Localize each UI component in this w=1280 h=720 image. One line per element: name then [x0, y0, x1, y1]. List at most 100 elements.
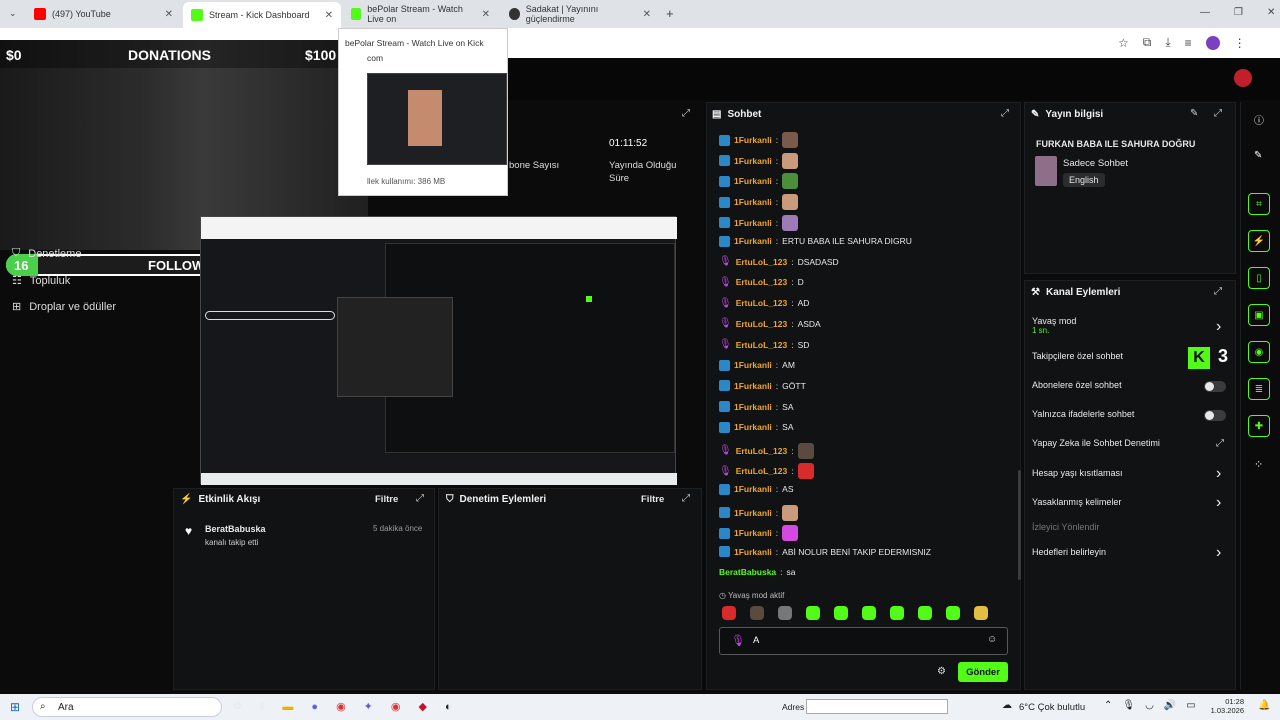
edit-icon[interactable]: ✎: [1190, 108, 1198, 119]
pen-icon[interactable]: ✎: [1254, 150, 1262, 161]
chat-username[interactable]: 1Furkanli: [734, 422, 772, 432]
close-icon[interactable]: ✕: [643, 9, 651, 20]
new-tab-button[interactable]: +: [666, 6, 674, 21]
minimize-icon[interactable]: —: [1200, 7, 1210, 18]
toggle-switch[interactable]: [1204, 410, 1226, 421]
task-view-icon[interactable]: ⧉: [234, 700, 242, 713]
chevron-right-icon[interactable]: ›: [1216, 494, 1221, 512]
emote-icon[interactable]: [946, 606, 960, 620]
channel-action-item[interactable]: Yasaklanmış kelimeler: [1032, 497, 1121, 507]
profile-avatar[interactable]: [1205, 35, 1220, 50]
tab-search-icon[interactable]: ⌄: [9, 8, 17, 19]
app-red-icon[interactable]: ◆: [419, 700, 427, 713]
tab-youtube[interactable]: (497) YouTube ✕: [26, 4, 181, 24]
expand-icon[interactable]: ⤢: [1001, 108, 1009, 119]
chat-username[interactable]: 1Furkanli: [734, 218, 772, 228]
chat-username[interactable]: ErtuLoL_123: [736, 446, 788, 456]
expand-icon[interactable]: ⤢: [1214, 108, 1222, 119]
chat-username[interactable]: 1Furkanli: [734, 236, 772, 246]
chevron-right-icon[interactable]: ›: [1216, 318, 1221, 336]
chat-input[interactable]: [719, 627, 1008, 655]
discord-icon[interactable]: ●: [311, 701, 318, 713]
tab-sadakat[interactable]: Sadakat | Yayınını güçlendirme ✕: [501, 4, 659, 24]
download-icon[interactable]: ⤓: [1165, 35, 1170, 50]
channel-action-item[interactable]: Takipçilere özel sohbet: [1032, 351, 1123, 361]
user-avatar[interactable]: [1234, 69, 1252, 87]
chat-username[interactable]: 1Furkanli: [734, 402, 772, 412]
sidebar-item-community[interactable]: ☷ Topluluk: [12, 274, 70, 288]
channel-action-item[interactable]: Yavaş mod 1 sn.: [1032, 316, 1076, 335]
moderation-filter-button[interactable]: Filtre: [641, 494, 664, 505]
obs-icon[interactable]: ◐: [445, 701, 452, 713]
emote-icon[interactable]: [890, 606, 904, 620]
chrome-icon[interactable]: ◉: [336, 700, 346, 713]
windows-start-icon[interactable]: ⊞: [10, 700, 20, 714]
channel-action-item[interactable]: Hesap yaşı kısıtlaması: [1032, 468, 1123, 478]
chat-username[interactable]: ErtuLoL_123: [736, 466, 788, 476]
chat-username[interactable]: ErtuLoL_123: [736, 257, 788, 267]
clock[interactable]: 01:28 1.03.2026: [1210, 697, 1244, 715]
chat-username[interactable]: 1Furkanli: [734, 381, 772, 391]
volume-icon[interactable]: 🔊: [1164, 700, 1176, 711]
emote-icon[interactable]: [750, 606, 764, 620]
tray-chevron-icon[interactable]: ⌃: [1104, 700, 1112, 711]
address-toolbar-input[interactable]: [806, 699, 948, 714]
event-user[interactable]: BeratBabuska: [205, 524, 266, 534]
chat-username[interactable]: 1Furkanli: [734, 176, 772, 186]
app-icon[interactable]: ✦: [364, 700, 373, 713]
extensions-icon[interactable]: ⧉: [1143, 35, 1152, 50]
emote-icon[interactable]: [806, 606, 820, 620]
emote-icon[interactable]: [834, 606, 848, 620]
chat-username[interactable]: BeratBabuska: [719, 567, 776, 577]
reading-list-icon[interactable]: ≡: [1185, 36, 1192, 50]
channel-action-item[interactable]: Abonelere özel sohbet: [1032, 380, 1122, 390]
chevron-right-icon[interactable]: ›: [1216, 544, 1221, 562]
rail-button-tools[interactable]: ✚: [1248, 415, 1270, 437]
close-icon[interactable]: ✕: [165, 9, 173, 20]
toggle-switch[interactable]: [1204, 381, 1226, 392]
window-close-icon[interactable]: ✕: [1267, 7, 1275, 18]
rail-button-bolt[interactable]: ⚡: [1248, 230, 1270, 252]
chat-settings-icon[interactable]: ⚙: [937, 666, 946, 677]
wifi-icon[interactable]: ◡: [1145, 700, 1154, 711]
file-explorer-icon[interactable]: ▬: [282, 701, 293, 713]
battery-icon[interactable]: ▭: [1186, 700, 1195, 711]
emote-icon[interactable]: [778, 606, 792, 620]
expand-icon[interactable]: ⤢: [1214, 286, 1222, 297]
external-link-icon[interactable]: ⤢: [1216, 438, 1224, 449]
chat-scrollbar[interactable]: [1018, 470, 1021, 580]
channel-action-item[interactable]: Yalnızca ifadelerle sohbet: [1032, 409, 1134, 419]
sidebar-item-drops[interactable]: ⊞ Droplar ve ödüller: [12, 300, 116, 314]
widgets-icon[interactable]: ‖: [260, 701, 265, 713]
more-menu-icon[interactable]: ⋮: [1234, 36, 1246, 50]
chrome-active-icon[interactable]: ◉: [391, 700, 401, 713]
rail-button-chat[interactable]: ▣: [1248, 304, 1270, 326]
star-icon[interactable]: ☆: [1118, 36, 1129, 50]
send-button[interactable]: Gönder: [958, 662, 1008, 682]
chat-username[interactable]: 1Furkanli: [734, 528, 772, 538]
chat-username[interactable]: ErtuLoL_123: [736, 319, 788, 329]
emote-icon[interactable]: [974, 606, 988, 620]
tab-kick-dashboard[interactable]: Stream - Kick Dashboard ✕: [183, 2, 341, 28]
restore-icon[interactable]: ❐: [1234, 7, 1243, 18]
chat-username[interactable]: 1Furkanli: [734, 360, 772, 370]
notification-icon[interactable]: 🔔: [1258, 700, 1270, 711]
expand-icon[interactable]: ⤢: [416, 493, 424, 504]
chat-username[interactable]: ErtuLoL_123: [736, 340, 788, 350]
channel-action-item[interactable]: Yapay Zeka ile Sohbet Denetimi: [1032, 438, 1160, 448]
channel-action-item[interactable]: Hedefleri belirleyin: [1032, 547, 1106, 557]
chat-username[interactable]: 1Furkanli: [734, 484, 772, 494]
rail-button-file[interactable]: ▯: [1248, 267, 1270, 289]
rail-button-broadcast[interactable]: ◉: [1248, 341, 1270, 363]
sidebar-item-moderation[interactable]: ⛉ Denetleme: [12, 247, 81, 260]
activity-filter-button[interactable]: Filtre: [375, 494, 398, 505]
chevron-right-icon[interactable]: ›: [1216, 465, 1221, 483]
emoji-picker-icon[interactable]: ☺: [987, 634, 997, 645]
chat-username[interactable]: 1Furkanli: [734, 508, 772, 518]
apps-icon[interactable]: ⁘: [1254, 458, 1263, 471]
chat-username[interactable]: 1Furkanli: [734, 156, 772, 166]
expand-icon[interactable]: ⤢: [682, 108, 690, 119]
expand-icon[interactable]: ⤢: [682, 493, 690, 504]
close-icon[interactable]: ✕: [325, 10, 333, 21]
tab-kick-stream[interactable]: bePolar Stream - Watch Live on ✕: [343, 4, 498, 24]
